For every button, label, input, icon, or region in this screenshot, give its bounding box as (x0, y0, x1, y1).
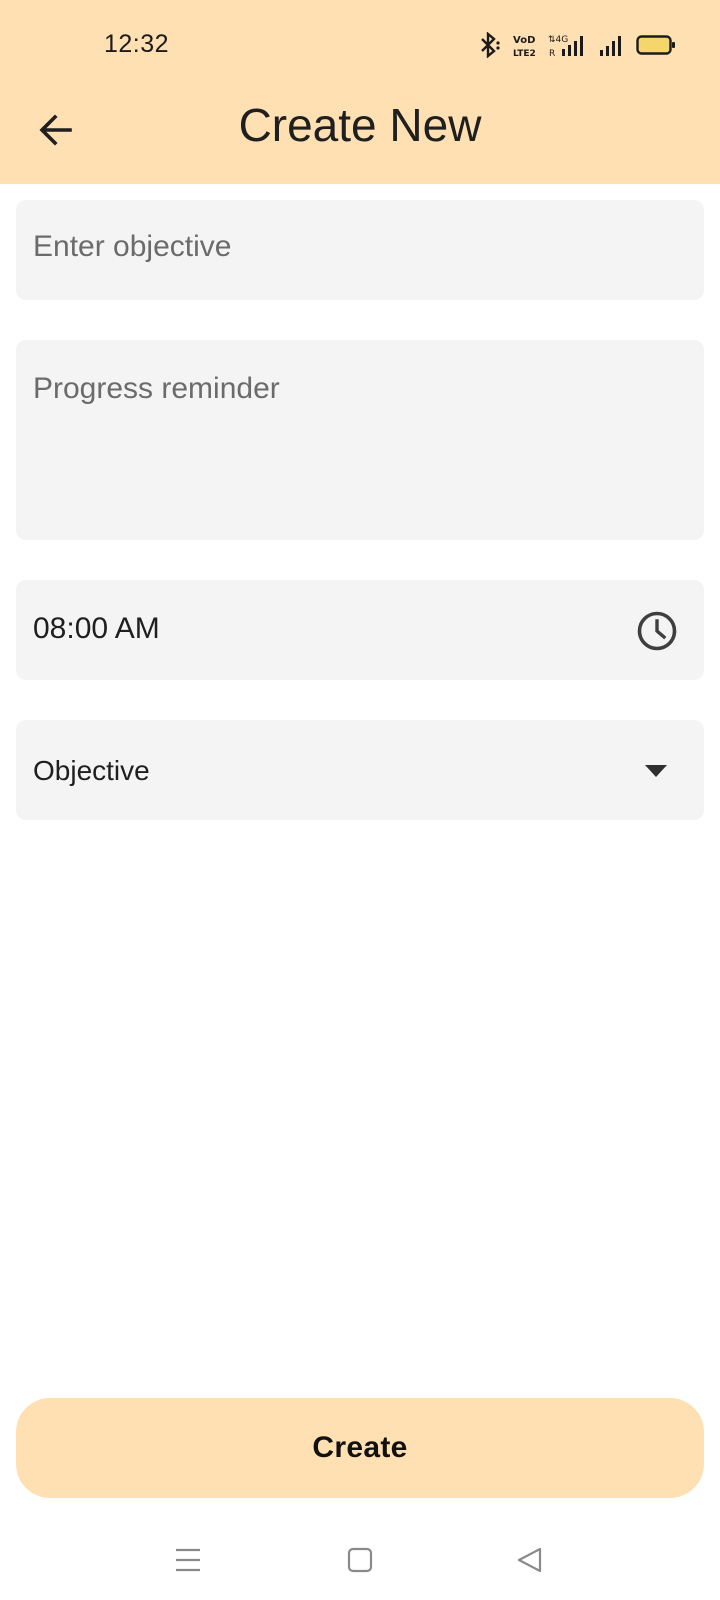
back-triangle-icon (517, 1547, 542, 1573)
category-select[interactable]: Objective (16, 720, 704, 820)
objective-placeholder: Enter objective (33, 230, 232, 263)
system-back-button[interactable] (510, 1540, 550, 1580)
app-header: 12:32 VoD LTE2 ⇅4G R Create New (0, 0, 720, 184)
status-time: 12:32 (104, 30, 170, 58)
create-button[interactable]: Create (16, 1398, 704, 1498)
progress-reminder-input[interactable]: Progress reminder (16, 340, 704, 540)
svg-text:R: R (549, 49, 555, 58)
svg-text:⇅4G: ⇅4G (548, 35, 568, 45)
status-bar: 12:32 VoD LTE2 ⇅4G R (0, 0, 720, 90)
progress-reminder-placeholder: Progress reminder (33, 372, 280, 405)
svg-text:LTE2: LTE2 (513, 49, 536, 58)
dropdown-arrow-icon (645, 765, 667, 777)
4g-signal-icon: ⇅4G R (548, 35, 583, 58)
time-field[interactable]: 08:00 AM (16, 580, 704, 680)
objective-input[interactable]: Enter objective (16, 200, 704, 300)
page-title: Create New (238, 99, 482, 151)
time-value: 08:00 AM (33, 612, 160, 645)
home-icon (347, 1547, 373, 1573)
svg-text:VoD: VoD (513, 35, 535, 46)
category-selected-value: Objective (33, 755, 150, 786)
signal-icon (600, 36, 621, 56)
bluetooth-icon (481, 32, 500, 58)
system-nav-bar (0, 1520, 720, 1600)
menu-icon (176, 1548, 200, 1572)
volte-icon: VoD LTE2 (513, 35, 536, 58)
home-button[interactable] (340, 1540, 380, 1580)
battery-icon (636, 35, 675, 55)
status-icons: VoD LTE2 ⇅4G R (478, 32, 676, 58)
recent-apps-button[interactable] (168, 1540, 208, 1580)
clock-icon[interactable] (636, 610, 678, 652)
